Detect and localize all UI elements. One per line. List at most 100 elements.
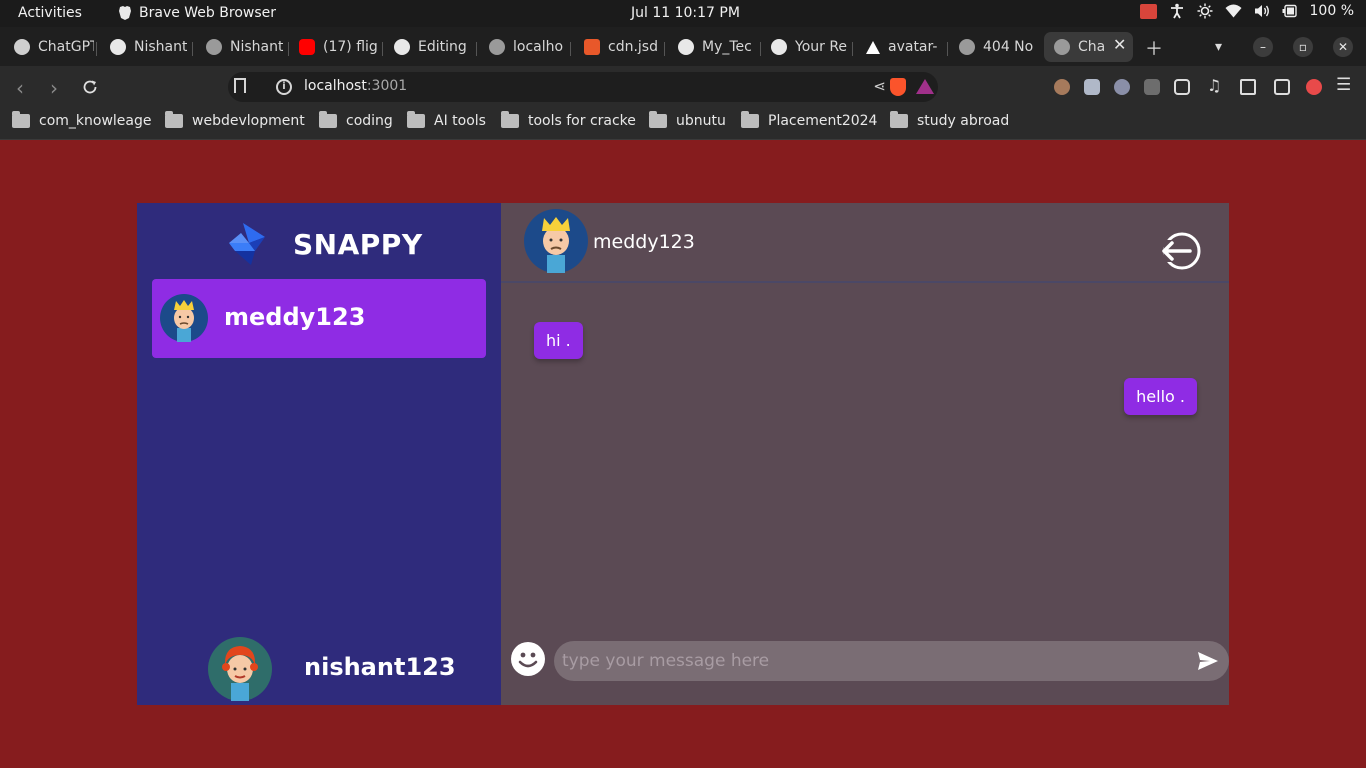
tab-label: ChatGPT <box>38 39 94 55</box>
logout-icon[interactable] <box>1160 231 1204 271</box>
snappy-logo-icon <box>229 223 265 265</box>
globe-icon <box>1054 39 1070 55</box>
tab-label: Nishant <box>230 39 284 55</box>
battery-icon[interactable] <box>1282 4 1298 18</box>
close-window-icon[interactable]: ✕ <box>1333 37 1353 57</box>
chat-app: SNAPPY meddy123 nishant123 meddy123 hi .… <box>137 203 1229 705</box>
brand: SNAPPY <box>225 221 423 267</box>
chat-partner-name: meddy123 <box>593 231 695 253</box>
minimize-icon[interactable]: – <box>1253 37 1273 57</box>
media-icon[interactable]: ♫ <box>1207 76 1223 95</box>
menu-icon[interactable]: ☰ <box>1336 75 1352 95</box>
folder-icon <box>649 111 667 128</box>
chatgpt-icon <box>14 39 30 55</box>
tab-youtube[interactable]: (17) flig <box>285 34 385 60</box>
contact-name: meddy123 <box>224 303 366 331</box>
bookmark-folder[interactable]: com_knowleage <box>12 111 151 129</box>
reload-icon[interactable] <box>82 79 98 95</box>
tab-label: avatar- <box>888 39 938 55</box>
tab-label: Editing <box>418 39 467 55</box>
brand-title: SNAPPY <box>293 227 423 261</box>
globe-icon <box>206 39 222 55</box>
message-input[interactable] <box>562 647 1182 675</box>
browser-toolbar: ‹ › i localhost:3001 ⋖ ♫ ☰ <box>0 66 1366 108</box>
system-tray[interactable]: 100 % <box>1139 3 1354 19</box>
github-icon <box>771 39 787 55</box>
address-bar[interactable]: i localhost:3001 ⋖ <box>228 72 938 102</box>
folder-icon <box>12 111 30 128</box>
message-sent: hello . <box>1124 378 1197 415</box>
battery-percent: 100 % <box>1309 3 1354 19</box>
extensions-puzzle-icon[interactable] <box>1174 79 1190 95</box>
shield-icon <box>584 39 600 55</box>
activities-button[interactable]: Activities <box>18 5 82 21</box>
bug-extension-icon[interactable] <box>1144 79 1160 95</box>
chat-panel: meddy123 hi . hello . <box>501 203 1229 705</box>
folder-icon <box>165 111 183 128</box>
shield-extension-icon[interactable] <box>1084 79 1100 95</box>
system-top-bar: Activities Brave Web Browser Jul 11 10:1… <box>0 0 1366 27</box>
bookmark-folder[interactable]: study abroad <box>890 111 1009 129</box>
tab-strip: ChatGPT Nishant Nishant (17) flig Editin… <box>0 27 1366 66</box>
maximize-icon[interactable]: ▫ <box>1293 37 1313 57</box>
share-icon[interactable]: ⋖ <box>873 77 886 95</box>
message-composer <box>554 641 1229 681</box>
anydesk-icon[interactable] <box>1139 3 1157 19</box>
url-text[interactable]: localhost:3001 <box>304 78 407 94</box>
app-menu[interactable]: Brave Web Browser <box>118 5 276 21</box>
profile-icon[interactable] <box>1306 79 1322 95</box>
chat-header: meddy123 <box>501 203 1229 283</box>
app-name: Brave Web Browser <box>139 5 276 21</box>
brave-rewards-icon[interactable] <box>916 79 934 94</box>
contacts-sidebar: SNAPPY meddy123 nishant123 <box>137 203 501 705</box>
tab-github-nishant[interactable]: Nishant <box>96 34 192 60</box>
wallet-icon[interactable] <box>1274 79 1290 95</box>
volume-icon[interactable] <box>1254 4 1270 18</box>
tab-nishant[interactable]: Nishant <box>192 34 288 60</box>
mouse-extension-icon[interactable] <box>1114 79 1130 95</box>
bookmark-icon[interactable] <box>234 78 246 93</box>
chat-partner-avatar <box>524 209 588 273</box>
contact-item-meddy123[interactable]: meddy123 <box>152 279 486 358</box>
bookmark-folder[interactable]: ubnutu <box>649 111 726 129</box>
bookmark-folder[interactable]: webdevlopment <box>165 111 305 129</box>
site-info-icon[interactable]: i <box>276 79 292 95</box>
github-icon <box>394 39 410 55</box>
new-tab-icon[interactable]: ＋ <box>1145 35 1163 61</box>
clock[interactable]: Jul 11 10:17 PM <box>631 5 740 21</box>
tab-label: Nishant <box>134 39 188 55</box>
tab-your-repos[interactable]: Your Re <box>757 34 853 60</box>
bookmark-folder[interactable]: tools for cracke <box>501 111 636 129</box>
bookmark-folder[interactable]: coding <box>319 111 393 129</box>
forward-icon[interactable]: › <box>50 76 58 100</box>
contact-avatar <box>160 294 208 342</box>
folder-icon <box>501 111 519 128</box>
tab-search-chevron-icon[interactable]: ▾ <box>1215 39 1222 55</box>
bookmark-folder[interactable]: AI tools <box>407 111 486 129</box>
tab-label: 404 No <box>983 39 1034 55</box>
tab-localhost[interactable]: localho <box>475 34 571 60</box>
brave-lion-icon <box>119 6 131 20</box>
folder-icon <box>319 111 337 128</box>
tab-chatgpt[interactable]: ChatGPT <box>0 34 96 60</box>
extension-icon[interactable] <box>1054 79 1070 95</box>
tab-404[interactable]: 404 No <box>945 34 1041 60</box>
accessibility-icon[interactable] <box>1169 3 1185 19</box>
tab-my-tech[interactable]: My_Tec <box>664 34 760 60</box>
emoji-picker-icon[interactable] <box>510 641 546 677</box>
send-icon[interactable] <box>1197 650 1219 672</box>
sidebar-toggle-icon[interactable] <box>1240 79 1256 95</box>
folder-icon <box>890 111 908 128</box>
triangle-icon <box>866 40 880 54</box>
github-icon <box>110 39 126 55</box>
wifi-icon[interactable] <box>1225 4 1242 18</box>
tab-cdn[interactable]: cdn.jsd <box>570 34 666 60</box>
brave-shields-icon[interactable] <box>890 78 906 96</box>
brightness-icon[interactable] <box>1197 3 1213 19</box>
close-tab-icon[interactable]: ✕ <box>1113 35 1126 54</box>
back-icon[interactable]: ‹ <box>16 76 24 100</box>
bookmarks-bar: com_knowleage webdevlopment coding AI to… <box>0 108 1366 140</box>
tab-editing[interactable]: Editing <box>380 34 476 60</box>
bookmark-folder[interactable]: Placement2024 <box>741 111 877 129</box>
tab-avatar[interactable]: avatar- <box>852 34 948 60</box>
